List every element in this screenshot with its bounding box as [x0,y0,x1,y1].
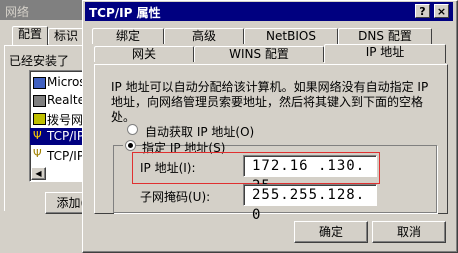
tab-netbios-label: NetBIOS [266,29,316,43]
tab-identify[interactable]: 标识 [48,28,84,44]
tab-advanced-label: 高级 [191,29,216,43]
dialup-icon [33,113,46,125]
ip-address-field[interactable]: 172.16 .130. 25 [243,155,377,194]
tab-dns-label: DNS 配置 [358,29,412,43]
radio-auto-label: 自动获取 IP 地址(O) [145,125,255,139]
dialog-title: TCP/IP 属性 [89,6,161,20]
tab-netbios[interactable]: NetBIOS [244,28,338,44]
tab-advanced[interactable]: 高级 [164,28,244,44]
network-window-title: 网络 [5,5,30,19]
list-item-label: TCP/IP [47,149,85,163]
description-text: IP 地址可以自动分配给该计算机。如果网络没有自动指定 IP 地址，向网络管理员… [111,80,429,124]
ip-address-panel: IP 地址可以自动分配给该计算机。如果网络没有自动指定 IP 地址，向网络管理员… [94,64,448,223]
adapter-icon [33,77,46,89]
radio-specify[interactable] [125,140,136,151]
tab-ip-address-label: IP 地址 [365,45,405,59]
tab-config-label: 配置 [17,27,42,41]
cancel-button[interactable]: 取消 [372,221,446,243]
dialog-titlebar: TCP/IP 属性 ? × [85,2,453,21]
tab-config[interactable]: 配置 [12,26,48,45]
radio-specify-option[interactable]: 指定 IP 地址(S) [123,138,225,155]
tab-wins[interactable]: WINS 配置 [194,46,324,62]
close-icon: × [436,5,447,18]
tab-bindings-label: 绑定 [115,29,140,43]
installed-label: 已经安装了 [9,54,70,68]
list-item-label: Realte [47,93,85,107]
radio-auto[interactable] [127,124,138,135]
list-item-label: TCP/IP [47,129,85,143]
help-icon: ? [419,5,426,18]
tab-gateway-label: 网关 [131,47,156,61]
ok-button[interactable]: 确定 [294,221,368,243]
adapter-icon [33,95,46,107]
cancel-button-label: 取消 [396,225,421,239]
tab-gateway[interactable]: 网关 [94,46,194,62]
tab-dns[interactable]: DNS 配置 [338,28,432,44]
protocol-icon: Ψ [33,147,42,160]
list-item-label: 拨号网 [47,113,84,127]
ip-address-label: IP 地址(I): [140,161,196,175]
protocol-icon: Ψ [33,129,42,142]
tab-wins-label: WINS 配置 [229,47,289,61]
subnet-mask-label: 子网掩码(U): [140,190,211,204]
list-item-label: Micros [47,75,86,89]
close-button[interactable]: × [434,4,449,18]
help-button[interactable]: ? [415,4,430,18]
subnet-mask-field[interactable]: 255.255.128. 0 [243,184,377,223]
tab-identify-label: 标识 [53,29,78,43]
tab-ip-address[interactable]: IP 地址 [324,44,446,63]
scroll-left-button[interactable]: ◀ [31,167,46,180]
tab-bindings[interactable]: 绑定 [92,28,164,44]
ok-button-label: 确定 [318,225,343,239]
